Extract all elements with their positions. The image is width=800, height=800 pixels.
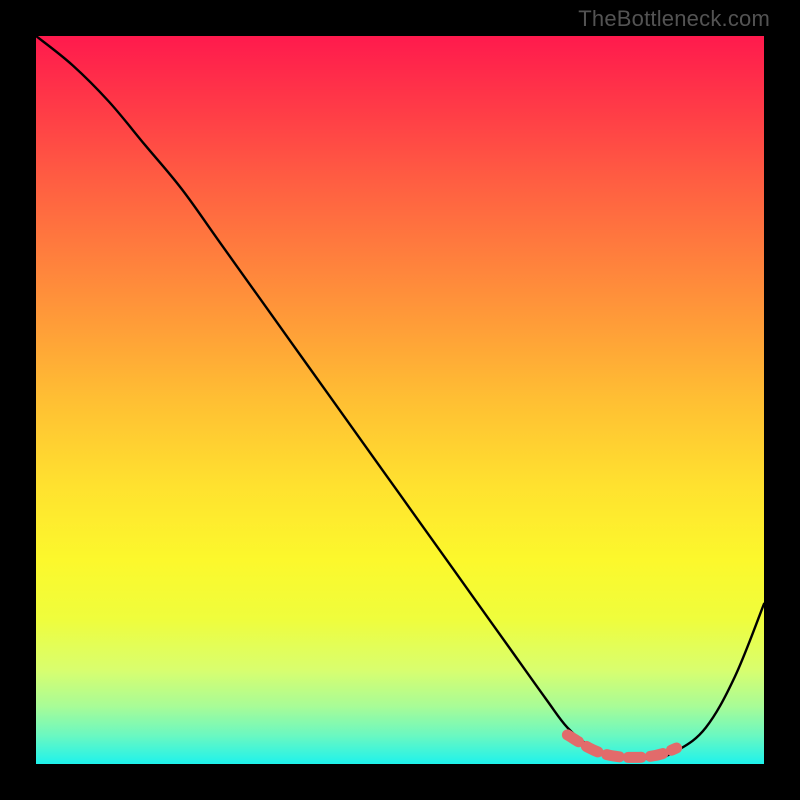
- chart-svg: [36, 36, 764, 764]
- chart-container: TheBottleneck.com: [0, 0, 800, 800]
- optimal-band: [567, 735, 676, 758]
- bottleneck-curve: [36, 36, 764, 759]
- plot-area: [36, 36, 764, 764]
- attribution-text: TheBottleneck.com: [578, 6, 770, 32]
